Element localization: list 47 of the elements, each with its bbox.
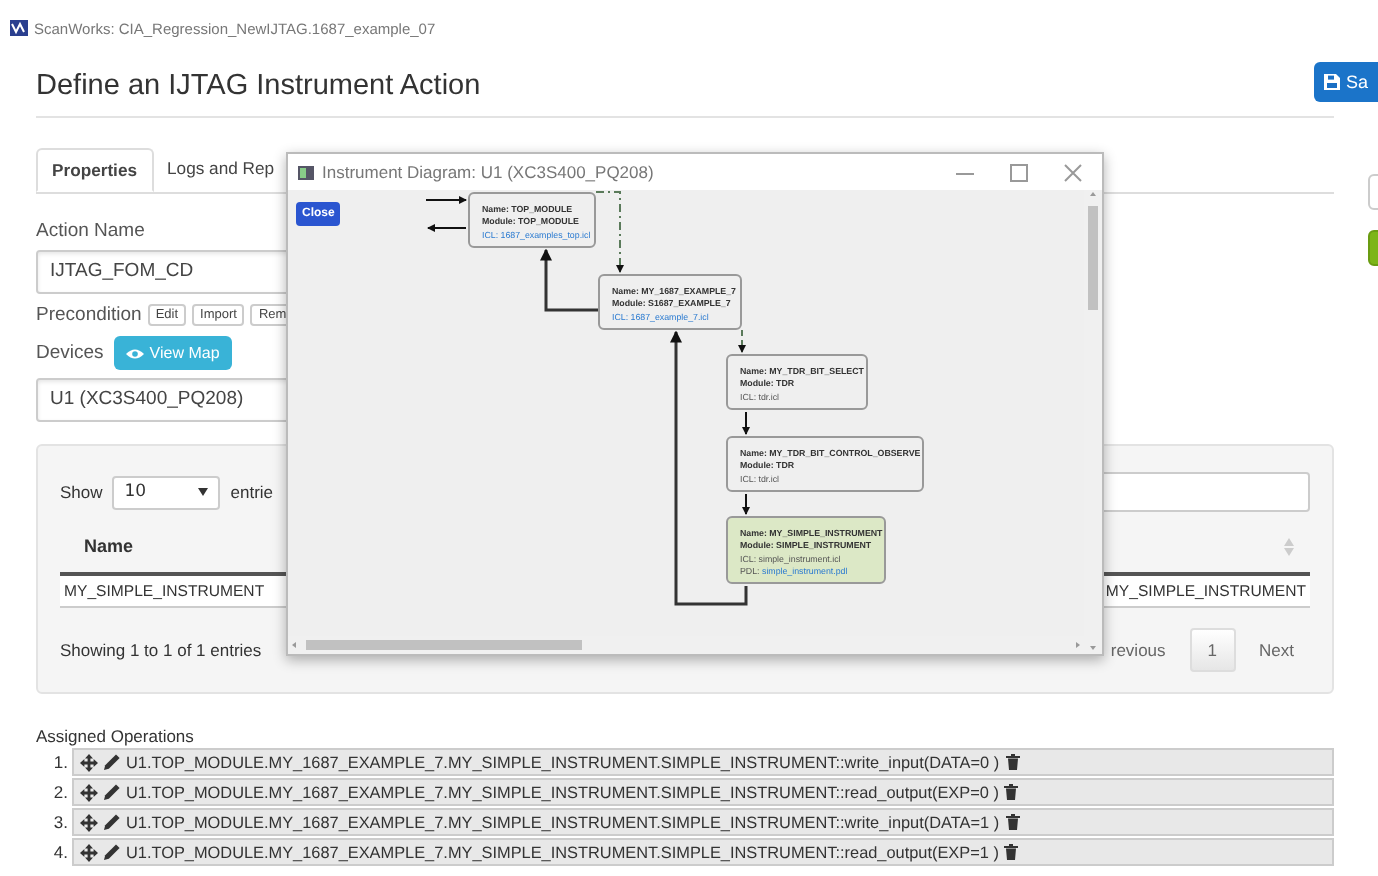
page-link[interactable]: Next (1243, 630, 1310, 670)
entries-label: entrie (230, 482, 274, 502)
list-number: 4. (51, 842, 70, 862)
close-icon (1064, 163, 1082, 181)
operation-item[interactable]: U1.TOP_MODULE.MY_1687_EXAMPLE_7.MY_SIMPLE_INSTRUMENT.SIMPLE_INSTRUMENT::read_output(EXP=1 ) (72, 838, 1334, 866)
maximize-icon (1010, 163, 1028, 181)
move-icon (80, 813, 98, 831)
column-header[interactable]: Name (84, 536, 134, 556)
field-label: Precondition (36, 304, 142, 326)
section-title: Assigned Operations (36, 726, 196, 746)
floppy-icon (1324, 74, 1340, 90)
app-logo-icon (10, 20, 28, 36)
list-number: 2. (51, 782, 70, 802)
dialog-title: Instrument Diagram: U1 (XC3S400_PQ208) (322, 162, 654, 182)
operation-item[interactable]: U1.TOP_MODULE.MY_1687_EXAMPLE_7.MY_SIMPLE_INSTRUMENT.SIMPLE_INSTRUMENT::write_input(DATA=0 ) (72, 748, 1334, 776)
tab[interactable]: Logs and Rep (153, 148, 289, 192)
tab[interactable]: Properties (36, 148, 154, 192)
field-label: Action Name (36, 220, 145, 242)
eye-icon (125, 347, 144, 359)
dropdown-caret-icon (198, 488, 209, 496)
operation-text: U1.TOP_MODULE.MY_1687_EXAMPLE_7.MY_SIMPLE_INSTRUMENT.SIMPLE_INSTRUMENT::read_output(EXP=1 ) (126, 843, 999, 861)
connector-arrow (425, 196, 467, 204)
operation-text: U1.TOP_MODULE.MY_1687_EXAMPLE_7.MY_SIMPLE_INSTRUMENT.SIMPLE_INSTRUMENT::read_output(EXP=0 ) (126, 783, 999, 801)
show-label: Show (60, 482, 103, 502)
trash-icon (1005, 814, 1020, 830)
page-heading: Define an IJTAG Instrument Action (36, 68, 481, 102)
page-link[interactable]: revious (1094, 630, 1182, 670)
entries-info: Showing 1 to 1 of 1 entries (60, 640, 262, 660)
list-number: 1. (51, 752, 70, 772)
page-size-select[interactable]: 10 (112, 475, 221, 509)
window-icon (298, 165, 314, 179)
operation-item[interactable]: U1.TOP_MODULE.MY_1687_EXAMPLE_7.MY_SIMPLE_INSTRUMENT.SIMPLE_INSTRUMENT::write_input(DATA=1 ) (72, 808, 1334, 836)
trash-icon (1004, 784, 1019, 800)
field-label: Devices (36, 342, 104, 364)
trash-icon (1004, 844, 1019, 860)
list-number: 3. (51, 812, 70, 832)
move-icon (80, 843, 98, 861)
operation-text: U1.TOP_MODULE.MY_1687_EXAMPLE_7.MY_SIMPLE_INSTRUMENT.SIMPLE_INSTRUMENT::write_input(DATA=1 ) (126, 813, 1000, 831)
sort-icon (1284, 537, 1294, 555)
operation-item[interactable]: U1.TOP_MODULE.MY_1687_EXAMPLE_7.MY_SIMPLE_INSTRUMENT.SIMPLE_INSTRUMENT::read_output(EXP=0 ) (72, 778, 1334, 806)
save-button[interactable]: Sa (1314, 62, 1378, 102)
move-icon (80, 753, 98, 771)
connector-arrow (427, 224, 467, 232)
operation-text: U1.TOP_MODULE.MY_1687_EXAMPLE_7.MY_SIMPLE_INSTRUMENT.SIMPLE_INSTRUMENT::write_input(DATA=0 ) (126, 753, 1000, 771)
page-link[interactable]: 1 (1189, 628, 1236, 672)
move-icon (80, 783, 98, 801)
trash-icon (1005, 754, 1020, 770)
